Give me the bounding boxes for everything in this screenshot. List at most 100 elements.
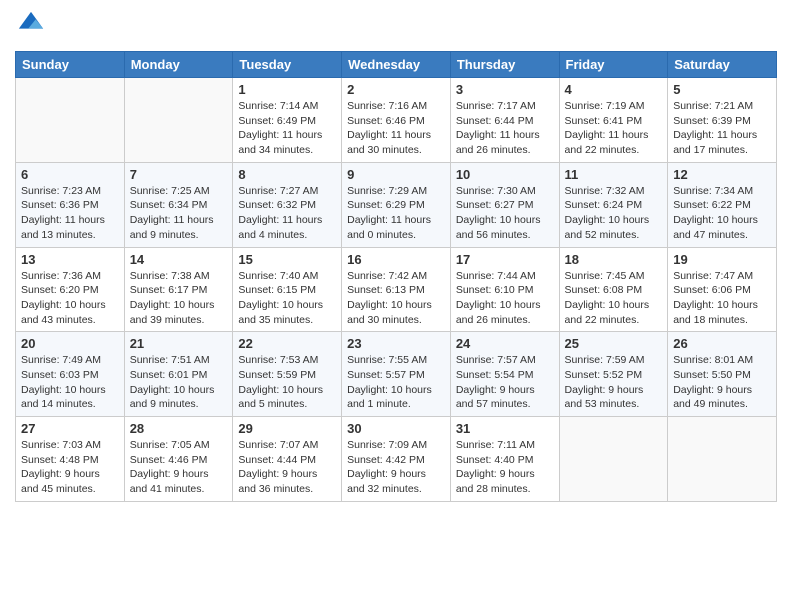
weekday-header-monday: Monday [124,52,233,78]
day-number: 2 [347,82,445,97]
calendar-cell: 20 Sunrise: 7:49 AMSunset: 6:03 PMDayligh… [16,332,125,417]
day-info: Sunrise: 7:57 AMSunset: 5:54 PMDaylight:… [456,353,554,412]
day-number: 12 [673,167,771,182]
calendar-cell: 6Sunrise: 7:23 AMSunset: 6:36 PMDaylight… [16,162,125,247]
weekday-header-wednesday: Wednesday [342,52,451,78]
day-number: 29 [238,421,336,436]
day-number: 19 [673,252,771,267]
day-number: 16 [347,252,445,267]
day-number: 18 [565,252,663,267]
calendar-cell: 3 Sunrise: 7:17 AMSunset: 6:44 PMDaylight… [450,78,559,163]
day-number: 23 [347,336,445,351]
day-info: Sunrise: 7:14 AMSunset: 6:49 PMDaylight:… [238,99,336,158]
calendar-cell: 21 Sunrise: 7:51 AMSunset: 6:01 PMDayligh… [124,332,233,417]
week-row-2: 6Sunrise: 7:23 AMSunset: 6:36 PMDaylight… [16,162,777,247]
calendar-cell: 24 Sunrise: 7:57 AMSunset: 5:54 PMDayligh… [450,332,559,417]
week-row-5: 27Sunrise: 7:03 AMSunset: 4:48 PMDayligh… [16,417,777,502]
day-info: Sunrise: 7:05 AMSunset: 4:46 PMDaylight:… [130,438,228,497]
day-info: Sunrise: 7:11 AMSunset: 4:40 PMDaylight:… [456,438,554,497]
day-number: 7 [130,167,228,182]
day-info: Sunrise: 7:23 AMSunset: 6:36 PMDaylight:… [21,184,119,243]
day-info: Sunrise: 7:21 AMSunset: 6:39 PMDaylight:… [673,99,771,158]
day-info: Sunrise: 7:38 AMSunset: 6:17 PMDaylight:… [130,269,228,328]
day-info: Sunrise: 7:44 AMSunset: 6:10 PMDaylight:… [456,269,554,328]
day-number: 13 [21,252,119,267]
weekday-header-friday: Friday [559,52,668,78]
calendar-cell [16,78,125,163]
day-info: Sunrise: 7:53 AMSunset: 5:59 PMDaylight:… [238,353,336,412]
day-info: Sunrise: 7:30 AMSunset: 6:27 PMDaylight:… [456,184,554,243]
day-info: Sunrise: 7:36 AMSunset: 6:20 PMDaylight:… [21,269,119,328]
calendar-cell: 25 Sunrise: 7:59 AMSunset: 5:52 PMDayligh… [559,332,668,417]
day-number: 24 [456,336,554,351]
day-number: 15 [238,252,336,267]
day-number: 28 [130,421,228,436]
day-number: 30 [347,421,445,436]
calendar-cell: 4Sunrise: 7:19 AMSunset: 6:41 PMDaylight… [559,78,668,163]
day-info: Sunrise: 7:07 AMSunset: 4:44 PMDaylight:… [238,438,336,497]
calendar-cell: 18 Sunrise: 7:45 AMSunset: 6:08 PMDayligh… [559,247,668,332]
calendar-cell: 23Sunrise: 7:55 AMSunset: 5:57 PMDayligh… [342,332,451,417]
header [15,10,777,43]
day-number: 11 [565,167,663,182]
day-number: 9 [347,167,445,182]
calendar-cell: 10 Sunrise: 7:30 AMSunset: 6:27 PMDayligh… [450,162,559,247]
calendar-cell [668,417,777,502]
day-number: 25 [565,336,663,351]
calendar-cell: 16Sunrise: 7:42 AMSunset: 6:13 PMDayligh… [342,247,451,332]
calendar-cell: 19 Sunrise: 7:47 AMSunset: 6:06 PMDayligh… [668,247,777,332]
day-number: 8 [238,167,336,182]
day-info: Sunrise: 7:29 AMSunset: 6:29 PMDaylight:… [347,184,445,243]
day-info: Sunrise: 7:59 AMSunset: 5:52 PMDaylight:… [565,353,663,412]
calendar-cell: 13 Sunrise: 7:36 AMSunset: 6:20 PMDayligh… [16,247,125,332]
day-info: Sunrise: 7:27 AMSunset: 6:32 PMDaylight:… [238,184,336,243]
day-number: 21 [130,336,228,351]
week-row-4: 20 Sunrise: 7:49 AMSunset: 6:03 PMDayligh… [16,332,777,417]
calendar-cell: 12 Sunrise: 7:34 AMSunset: 6:22 PMDayligh… [668,162,777,247]
day-info: Sunrise: 7:32 AMSunset: 6:24 PMDaylight:… [565,184,663,243]
calendar-cell: 31 Sunrise: 7:11 AMSunset: 4:40 PMDayligh… [450,417,559,502]
calendar-cell: 7 Sunrise: 7:25 AMSunset: 6:34 PMDaylight… [124,162,233,247]
calendar-cell: 26 Sunrise: 8:01 AMSunset: 5:50 PMDayligh… [668,332,777,417]
day-info: Sunrise: 7:17 AMSunset: 6:44 PMDaylight:… [456,99,554,158]
calendar-cell: 28 Sunrise: 7:05 AMSunset: 4:46 PMDayligh… [124,417,233,502]
calendar-cell: 15 Sunrise: 7:40 AMSunset: 6:15 PMDayligh… [233,247,342,332]
day-info: Sunrise: 7:51 AMSunset: 6:01 PMDaylight:… [130,353,228,412]
week-row-3: 13 Sunrise: 7:36 AMSunset: 6:20 PMDayligh… [16,247,777,332]
calendar-cell: 14 Sunrise: 7:38 AMSunset: 6:17 PMDayligh… [124,247,233,332]
week-row-1: 1 Sunrise: 7:14 AMSunset: 6:49 PMDaylight… [16,78,777,163]
day-info: Sunrise: 7:47 AMSunset: 6:06 PMDaylight:… [673,269,771,328]
day-info: Sunrise: 8:01 AMSunset: 5:50 PMDaylight:… [673,353,771,412]
day-info: Sunrise: 7:03 AMSunset: 4:48 PMDaylight:… [21,438,119,497]
day-number: 31 [456,421,554,436]
day-number: 3 [456,82,554,97]
calendar-cell: 8 Sunrise: 7:27 AMSunset: 6:32 PMDaylight… [233,162,342,247]
calendar-cell [124,78,233,163]
calendar-cell: 29 Sunrise: 7:07 AMSunset: 4:44 PMDayligh… [233,417,342,502]
calendar-cell: 17 Sunrise: 7:44 AMSunset: 6:10 PMDayligh… [450,247,559,332]
day-number: 26 [673,336,771,351]
weekday-header-tuesday: Tuesday [233,52,342,78]
day-info: Sunrise: 7:19 AMSunset: 6:41 PMDaylight:… [565,99,663,158]
calendar-cell [559,417,668,502]
day-number: 14 [130,252,228,267]
calendar-cell: 9 Sunrise: 7:29 AMSunset: 6:29 PMDaylight… [342,162,451,247]
day-number: 1 [238,82,336,97]
weekday-header-sunday: Sunday [16,52,125,78]
day-info: Sunrise: 7:25 AMSunset: 6:34 PMDaylight:… [130,184,228,243]
day-number: 17 [456,252,554,267]
logo-icon [17,10,45,38]
calendar-cell: 22Sunrise: 7:53 AMSunset: 5:59 PMDayligh… [233,332,342,417]
day-info: Sunrise: 7:34 AMSunset: 6:22 PMDaylight:… [673,184,771,243]
calendar-cell: 27Sunrise: 7:03 AMSunset: 4:48 PMDayligh… [16,417,125,502]
day-info: Sunrise: 7:40 AMSunset: 6:15 PMDaylight:… [238,269,336,328]
weekday-header-row: SundayMondayTuesdayWednesdayThursdayFrid… [16,52,777,78]
calendar: SundayMondayTuesdayWednesdayThursdayFrid… [15,51,777,502]
calendar-cell: 30Sunrise: 7:09 AMSunset: 4:42 PMDayligh… [342,417,451,502]
day-info: Sunrise: 7:45 AMSunset: 6:08 PMDaylight:… [565,269,663,328]
weekday-header-saturday: Saturday [668,52,777,78]
day-info: Sunrise: 7:49 AMSunset: 6:03 PMDaylight:… [21,353,119,412]
calendar-cell: 1 Sunrise: 7:14 AMSunset: 6:49 PMDaylight… [233,78,342,163]
day-number: 20 [21,336,119,351]
day-number: 10 [456,167,554,182]
